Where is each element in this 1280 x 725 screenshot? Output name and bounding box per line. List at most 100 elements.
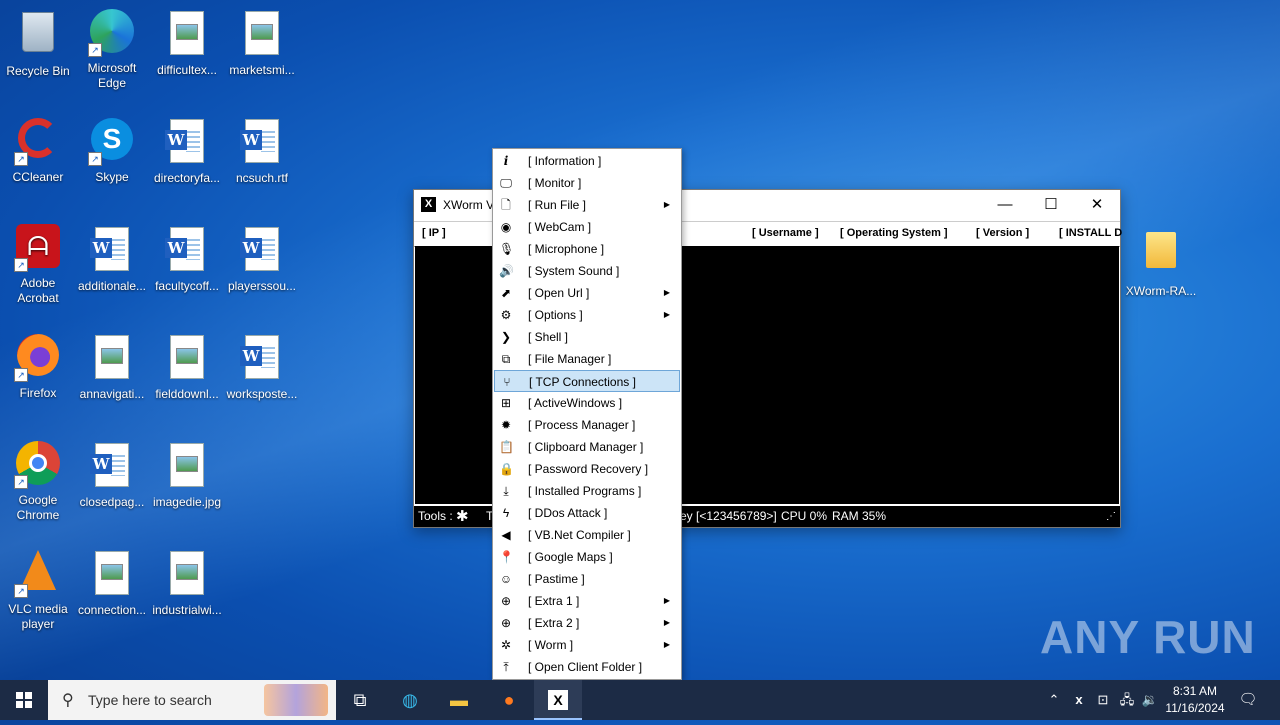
- desktop-icon-ncsuch[interactable]: W ncsuch.rtf: [224, 116, 300, 186]
- task-view-icon: ⧉: [353, 690, 367, 710]
- edge-icon: ◍: [402, 690, 418, 710]
- menu-item-pastime[interactable]: ☺[ Pastime ]: [494, 568, 680, 590]
- submenu-arrow-icon: ▶: [663, 640, 670, 649]
- taskbar-search-box[interactable]: ⚲ Type here to search: [48, 680, 336, 720]
- taskbar-edge[interactable]: ◍: [386, 680, 434, 720]
- menu-item-information[interactable]: i[ Information ]: [494, 150, 680, 172]
- menu-item-microphone[interactable]: 🎙[ Microphone ]: [494, 238, 680, 260]
- desktop-icon-recycle-bin[interactable]: Recycle Bin: [0, 8, 76, 79]
- menu-item-run-file[interactable]: 🗋[ Run File ] ▶: [494, 194, 680, 216]
- map-pin-icon: 📍: [499, 550, 514, 564]
- column-header-username[interactable]: [ Username ]: [752, 227, 819, 239]
- tools-icon[interactable]: ✱: [456, 506, 469, 527]
- menu-item-active-windows[interactable]: ⊞[ ActiveWindows ]: [494, 392, 680, 414]
- column-header-ip[interactable]: [ IP ]: [422, 227, 446, 239]
- desktop-icon-playerssou[interactable]: W playerssou...: [224, 224, 300, 294]
- desktop-icon-fielddownl[interactable]: fielddownl...: [149, 332, 225, 402]
- taskbar-file-explorer[interactable]: ▬: [435, 680, 483, 720]
- desktop-icon-closedpag[interactable]: W closedpag...: [74, 440, 150, 510]
- taskbar-xworm[interactable]: X: [534, 680, 582, 720]
- menu-item-system-sound[interactable]: 🔊[ System Sound ]: [494, 260, 680, 282]
- status-ram: RAM 35%: [832, 509, 887, 523]
- menu-item-tcp-connections[interactable]: ⑂[ TCP Connections ]: [494, 370, 680, 392]
- desktop-icon-vlc[interactable]: ↗ VLC media player: [0, 548, 76, 632]
- desktop-icon-firefox[interactable]: ↗ Firefox: [0, 332, 76, 401]
- start-button[interactable]: [0, 680, 48, 720]
- desktop-icon-additionale[interactable]: W additionale...: [74, 224, 150, 294]
- microphone-icon: 🎙: [499, 242, 515, 256]
- desktop-icon-xworm-folder[interactable]: XWorm-RA...: [1123, 224, 1199, 299]
- menu-item-google-maps[interactable]: 📍[ Google Maps ]: [494, 546, 680, 568]
- desktop-icon-imagedie[interactable]: imagedie.jpg: [149, 440, 225, 510]
- edge-icon: ↗: [88, 9, 136, 57]
- chrome-icon: ↗: [14, 441, 62, 489]
- minimize-button[interactable]: —: [982, 190, 1028, 220]
- desktop-icon-directoryfa[interactable]: W directoryfa...: [149, 116, 225, 186]
- taskbar-clock[interactable]: 8:31 AM 11/16/2024: [1160, 683, 1230, 717]
- desktop-icon-label: ncsuch.rtf: [235, 171, 289, 185]
- maximize-button[interactable]: ☐: [1028, 190, 1074, 220]
- desktop-icon-adobe-acrobat[interactable]: ᗩ ↗ Adobe Acrobat: [0, 224, 76, 306]
- code-icon: ◀: [501, 528, 511, 542]
- plus-icon: ⊕: [500, 594, 512, 608]
- menu-item-clipboard-manager[interactable]: 📋[ Clipboard Manager ]: [494, 436, 680, 458]
- menu-item-monitor[interactable]: 🖵[ Monitor ]: [494, 172, 680, 194]
- show-hidden-icons-chevron-icon[interactable]: ⌃: [1044, 680, 1064, 720]
- desktop-icon-workspostе[interactable]: W workspostе...: [224, 332, 300, 402]
- submenu-arrow-icon: ▶: [663, 310, 670, 319]
- close-button[interactable]: ✕: [1074, 190, 1120, 220]
- menu-item-password-recovery[interactable]: 🔒[ Password Recovery ]: [494, 458, 680, 480]
- ccleaner-icon: ↗: [14, 118, 62, 166]
- desktop-icon-difficultex[interactable]: difficultex...: [149, 8, 225, 78]
- status-key: ey [<123456789>]: [680, 509, 777, 523]
- desktop-icon-label: directoryfa...: [153, 171, 221, 185]
- desktop-icon-google-chrome[interactable]: ↗ Google Chrome: [0, 440, 76, 523]
- task-view-button[interactable]: ⧉: [336, 680, 384, 720]
- folder-icon: ▬: [450, 690, 468, 710]
- menu-item-installed-programs[interactable]: ⤓[ Installed Programs ]: [494, 480, 680, 502]
- menu-item-ddos-attack[interactable]: ϟ[ DDos Attack ]: [494, 502, 680, 524]
- menu-item-open-client-folder[interactable]: ⤒[ Open Client Folder ]: [494, 656, 680, 678]
- volume-icon[interactable]: 🔉: [1139, 680, 1161, 720]
- desktop-icon-industrialwi[interactable]: industrialwi...: [149, 548, 225, 618]
- notifications-icon[interactable]: 🗨: [1234, 680, 1262, 720]
- window-title: XWorm V: [443, 198, 495, 212]
- menu-item-vbnet-compiler[interactable]: ◀[ VB.Net Compiler ]: [494, 524, 680, 546]
- tools-label: Tools :: [418, 509, 453, 523]
- menu-item-extra-2[interactable]: ⊕[ Extra 2 ] ▶: [494, 612, 680, 634]
- column-header-install[interactable]: [ INSTALL D: [1059, 227, 1122, 239]
- menu-item-file-manager[interactable]: ⧉[ File Manager ]: [494, 348, 680, 370]
- desktop-icon-skype[interactable]: S ↗ Skype: [74, 116, 150, 185]
- bolt-icon: ϟ: [502, 506, 510, 520]
- menu-item-webcam[interactable]: ◉[ WebCam ]: [494, 216, 680, 238]
- desktop-icon-facultycoff[interactable]: W facultycoff...: [149, 224, 225, 294]
- gear-icon: ⚙: [500, 308, 512, 322]
- column-header-os[interactable]: [ Operating System ]: [840, 227, 948, 239]
- menu-item-extra-1[interactable]: ⊕[ Extra 1 ] ▶: [494, 590, 680, 612]
- word-document-icon: W: [88, 443, 136, 491]
- desktop-icon-microsoft-edge[interactable]: ↗ Microsoft Edge: [74, 8, 150, 91]
- acrobat-icon: ᗩ ↗: [14, 224, 62, 272]
- skype-icon: S ↗: [88, 118, 136, 166]
- desktop-icon-marketsmi[interactable]: marketsmi...: [224, 8, 300, 78]
- windows-icon: ⊞: [500, 396, 512, 410]
- submenu-arrow-icon: ▶: [663, 596, 670, 605]
- taskbar-firefox[interactable]: ●: [485, 680, 533, 720]
- tray-xworm-icon[interactable]: x: [1068, 680, 1090, 720]
- resize-grip-icon[interactable]: ⋰: [1106, 506, 1116, 527]
- desktop-icon-annavigati[interactable]: annavigati...: [74, 332, 150, 402]
- cog-icon: ✹: [500, 418, 512, 432]
- desktop-icon-label: closedpag...: [79, 495, 145, 509]
- menu-item-worm[interactable]: ✲[ Worm ] ▶: [494, 634, 680, 656]
- menu-item-open-url[interactable]: ⬈[ Open Url ] ▶: [494, 282, 680, 304]
- menu-item-process-manager[interactable]: ✹[ Process Manager ]: [494, 414, 680, 436]
- desktop-icon-connection[interactable]: connection...: [74, 548, 150, 618]
- column-header-version[interactable]: [ Version ]: [976, 227, 1029, 239]
- menu-item-options[interactable]: ⚙[ Options ] ▶: [494, 304, 680, 326]
- menu-item-shell[interactable]: ❯[ Shell ]: [494, 326, 680, 348]
- tray-device-icon[interactable]: ⊡: [1092, 680, 1114, 720]
- desktop-icon-ccleaner[interactable]: ↗ CCleaner: [0, 116, 76, 185]
- status-cpu: CPU 0%: [781, 509, 828, 523]
- submenu-arrow-icon: ▶: [663, 288, 670, 297]
- network-icon[interactable]: 🖧: [1116, 680, 1138, 720]
